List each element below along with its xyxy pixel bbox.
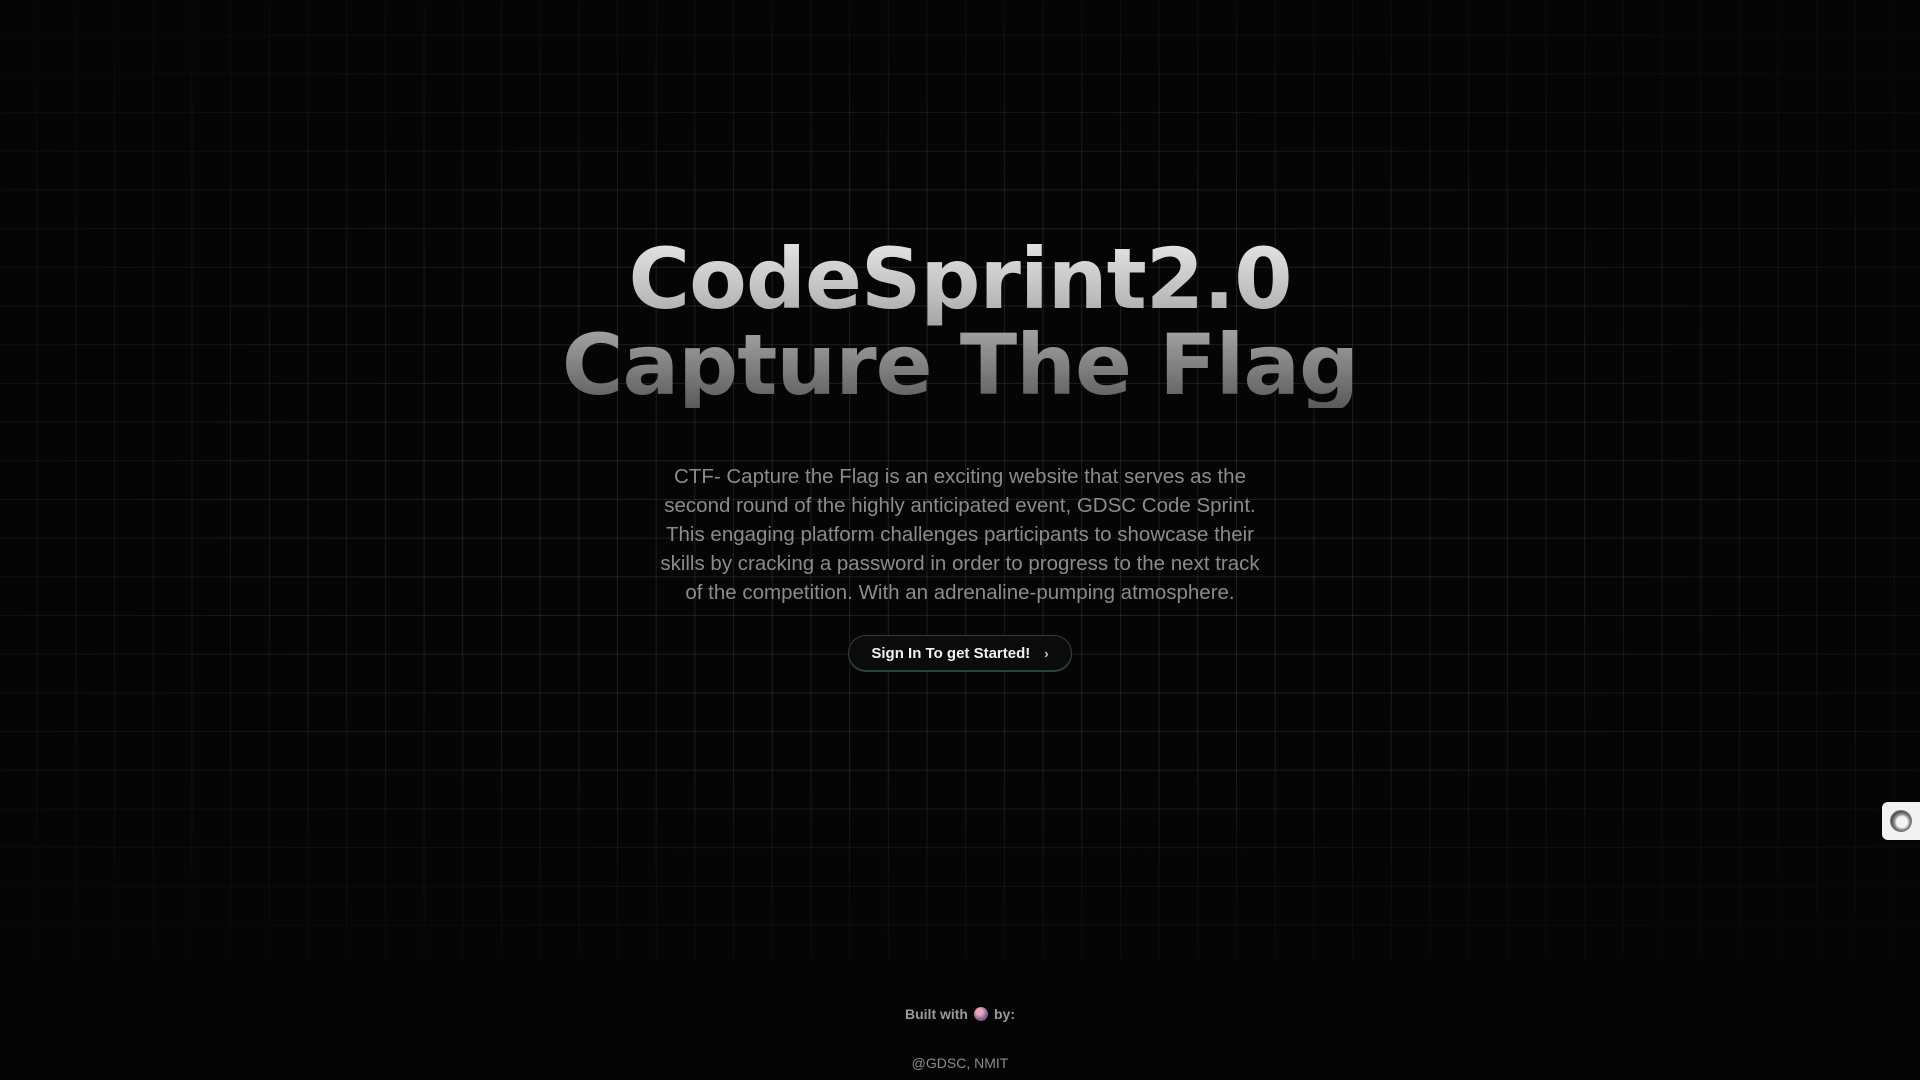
chevron-right-icon: › <box>1044 645 1049 661</box>
hero-title-line-2: Capture The Flag <box>561 316 1359 414</box>
sign-in-button[interactable]: Sign In To get Started! › <box>848 635 1072 671</box>
sign-in-button-label: Sign In To get Started! <box>871 644 1031 662</box>
hero-description: CTF- Capture the Flag is an exciting web… <box>660 465 1260 604</box>
hero-title-line-1: CodeSprint2.0 <box>628 230 1292 328</box>
footer-built-with-label: Built with <box>905 1006 968 1022</box>
circle-widget-icon <box>1890 810 1912 832</box>
hero-title: CodeSprint2.0 Capture The Flag <box>0 236 1920 408</box>
landing-page: CodeSprint2.0 Capture The Flag CTF- Capt… <box>0 0 1920 1080</box>
side-widget-button[interactable] <box>1882 802 1920 840</box>
footer-org-link[interactable]: @GDSC, NMIT <box>0 1055 1920 1071</box>
footer-built-with: Built with by: <box>0 1006 1920 1022</box>
footer-by-label: by: <box>994 1006 1015 1022</box>
heart-icon <box>974 1007 988 1021</box>
